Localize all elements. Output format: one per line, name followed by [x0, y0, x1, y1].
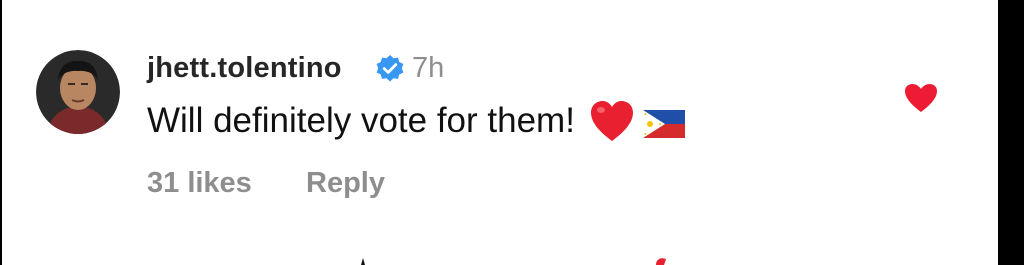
- red-heart-emoji: [590, 101, 633, 141]
- comment-timestamp: 7h: [412, 52, 445, 84]
- verified-badge-icon: [376, 55, 404, 82]
- philippines-flag-emoji: [642, 110, 685, 138]
- cropped-fragment: [361, 258, 365, 265]
- reply-button[interactable]: Reply: [306, 165, 385, 201]
- likes-count[interactable]: 31 likes: [147, 165, 252, 201]
- username[interactable]: jhett.tolentino: [147, 50, 342, 86]
- comment-card: jhett.tolentino 7h Will definitely vote …: [0, 0, 998, 265]
- avatar[interactable]: [36, 50, 120, 134]
- avatar-image: [36, 50, 120, 134]
- heart-icon[interactable]: [903, 82, 939, 114]
- comment-text: Will definitely vote for them!: [147, 101, 575, 140]
- comment-body: Will definitely vote for them!: [147, 98, 685, 144]
- cropped-fragment: [656, 258, 666, 265]
